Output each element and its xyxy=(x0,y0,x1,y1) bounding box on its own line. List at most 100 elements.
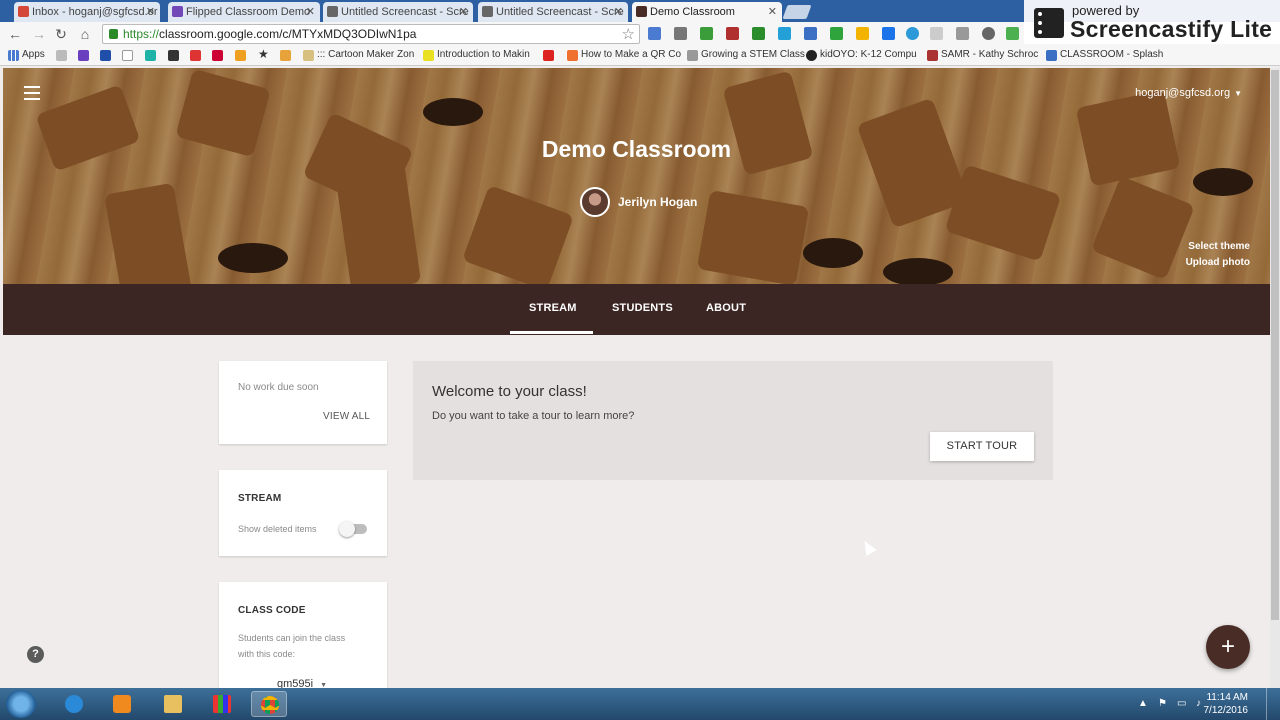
bookmark-star-icon[interactable]: ☆ xyxy=(622,25,635,43)
new-tab-button[interactable] xyxy=(782,5,812,19)
close-tab-icon[interactable]: ✕ xyxy=(459,5,468,18)
active-tab-indicator xyxy=(510,331,593,334)
extension-icon[interactable] xyxy=(674,27,687,40)
pen-icon[interactable] xyxy=(956,27,969,40)
select-theme-link[interactable]: Select theme xyxy=(1188,241,1250,252)
class-code-description: with this code: xyxy=(238,649,296,659)
extension-icon[interactable] xyxy=(648,27,661,40)
help-icon[interactable]: ? xyxy=(27,646,44,663)
tab-label: Flipped Classroom Demo xyxy=(186,6,311,18)
add-post-button[interactable]: + xyxy=(1206,625,1250,669)
network-icon[interactable]: ▭ xyxy=(1177,698,1188,709)
bookmark-icon[interactable] xyxy=(122,50,133,61)
address-bar[interactable]: https://classroom.google.com/c/MTYxMDQ3O… xyxy=(102,24,640,44)
extension-icon[interactable] xyxy=(982,27,995,40)
main-menu-icon[interactable] xyxy=(24,86,40,100)
action-center-icon[interactable]: ⚑ xyxy=(1158,698,1169,709)
home-icon[interactable]: ⌂ xyxy=(76,25,94,43)
tab-stream[interactable]: STREAM xyxy=(529,302,577,314)
bookmark-label: Introduction to Makin xyxy=(437,49,530,60)
browser-tab-flipped[interactable]: Flipped Classroom Demo ✕ xyxy=(168,2,320,22)
class-title: Demo Classroom xyxy=(541,136,732,162)
bookmark-label: Apps xyxy=(22,49,45,60)
close-tab-icon[interactable]: ✕ xyxy=(614,5,623,18)
bookmark-apps[interactable]: Apps xyxy=(8,49,45,61)
extension-icon[interactable] xyxy=(778,27,791,40)
bookmark-icon[interactable] xyxy=(190,50,201,61)
taskbar-chrome[interactable] xyxy=(251,691,287,717)
bookmark-icon[interactable] xyxy=(100,50,111,61)
film-icon xyxy=(1034,8,1064,38)
doc-icon xyxy=(172,6,183,17)
tab-about[interactable]: ABOUT xyxy=(706,302,746,314)
taskbar-apps[interactable] xyxy=(204,691,240,717)
star-bookmark-icon[interactable]: ★ xyxy=(258,47,269,61)
class-banner: hoganj@sgfcsd.org ▼ Demo Classroom Jerily… xyxy=(3,68,1270,284)
close-tab-icon[interactable]: ✕ xyxy=(306,5,315,18)
windows-start-button[interactable] xyxy=(6,690,36,718)
show-hidden-icons[interactable]: ▲ xyxy=(1138,698,1149,709)
extension-icon[interactable] xyxy=(882,27,895,40)
extension-icon[interactable] xyxy=(700,27,713,40)
extension-icon[interactable] xyxy=(726,27,739,40)
bookmark-icon[interactable] xyxy=(235,50,246,61)
bookmark-label: ::: Cartoon Maker Zon xyxy=(317,49,415,60)
taskbar-ie[interactable] xyxy=(56,691,92,717)
bookmark-label: CLASSROOM - Splash xyxy=(1060,49,1164,60)
tab-students[interactable]: STUDENTS xyxy=(612,302,673,314)
extension-icon[interactable] xyxy=(930,27,943,40)
extension-icon[interactable] xyxy=(906,27,919,40)
extension-icon[interactable] xyxy=(752,27,765,40)
banner-overlay xyxy=(3,68,1270,284)
bookmark-icon[interactable] xyxy=(212,50,223,61)
close-tab-icon[interactable]: ✕ xyxy=(768,5,777,18)
url-scheme: https:// xyxy=(123,27,160,41)
bookmark-icon[interactable] xyxy=(56,50,67,61)
bookmark-kidoyo[interactable]: kidOYO: K-12 Compu xyxy=(806,49,917,61)
mouse-cursor xyxy=(859,537,877,557)
taskbar-media-player[interactable] xyxy=(104,691,140,717)
browser-tab-gmail[interactable]: Inbox - hoganj@sgfcsd.or ✕ xyxy=(14,2,160,22)
bookmark-introduction[interactable]: Introduction to Makin xyxy=(423,49,530,61)
stream-settings-card: STREAM Show deleted items xyxy=(219,470,387,556)
extension-icon[interactable] xyxy=(804,27,817,40)
bookmark-favicon xyxy=(423,50,434,61)
tab-label: Untitled Screencast - Scre xyxy=(496,6,624,18)
browser-tab-demo-classroom[interactable]: Demo Classroom ✕ xyxy=(632,2,782,22)
show-desktop-button[interactable] xyxy=(1266,688,1280,720)
close-tab-icon[interactable]: ✕ xyxy=(146,5,155,18)
bookmark-icon[interactable] xyxy=(168,50,179,61)
bookmark-cartoon-maker[interactable]: ::: Cartoon Maker Zon xyxy=(303,49,415,61)
system-clock[interactable]: 11:14 AM 7/12/2016 xyxy=(1204,691,1249,717)
taskbar-explorer[interactable] xyxy=(155,691,191,717)
browser-tab-screencast-2[interactable]: Untitled Screencast - Scre ✕ xyxy=(478,2,628,22)
account-email: hoganj@sgfcsd.org xyxy=(1135,87,1231,99)
scrollbar-thumb[interactable] xyxy=(1271,70,1279,620)
teacher-name: Jerilyn Hogan xyxy=(618,195,698,209)
bookmark-stem[interactable]: Growing a STEM Class xyxy=(687,49,805,61)
show-deleted-toggle[interactable] xyxy=(339,521,367,537)
extension-icon[interactable] xyxy=(830,27,843,40)
forward-icon[interactable]: → xyxy=(30,25,48,43)
bookmark-samr[interactable]: SAMR - Kathy Schroc xyxy=(927,49,1038,61)
teacher-avatar xyxy=(580,187,610,217)
screencast-icon xyxy=(327,6,338,17)
browser-tab-screencast-1[interactable]: Untitled Screencast - Scre ✕ xyxy=(323,2,473,22)
account-switcher[interactable]: hoganj@sgfcsd.org ▼ xyxy=(1135,87,1242,99)
extension-icon[interactable] xyxy=(1006,27,1019,40)
bookmark-icon[interactable] xyxy=(543,50,554,61)
bookmark-icon[interactable] xyxy=(145,50,156,61)
reload-icon[interactable]: ↻ xyxy=(52,25,70,43)
bookmark-icon[interactable] xyxy=(78,50,89,61)
bookmark-qr-code[interactable]: How to Make a QR Co xyxy=(567,49,681,61)
start-tour-button[interactable]: START TOUR xyxy=(930,432,1034,461)
bookmark-classroom[interactable]: CLASSROOM - Splash xyxy=(1046,49,1164,61)
drive-icon[interactable] xyxy=(856,27,869,40)
clock-date: 7/12/2016 xyxy=(1203,705,1249,716)
upload-photo-link[interactable]: Upload photo xyxy=(1186,257,1250,268)
bookmark-icon[interactable] xyxy=(280,50,291,61)
bookmark-favicon xyxy=(1046,50,1057,61)
view-all-link[interactable]: VIEW ALL xyxy=(323,411,370,422)
welcome-card: Welcome to your class! Do you want to ta… xyxy=(413,361,1053,480)
back-icon[interactable]: ← xyxy=(6,25,24,43)
